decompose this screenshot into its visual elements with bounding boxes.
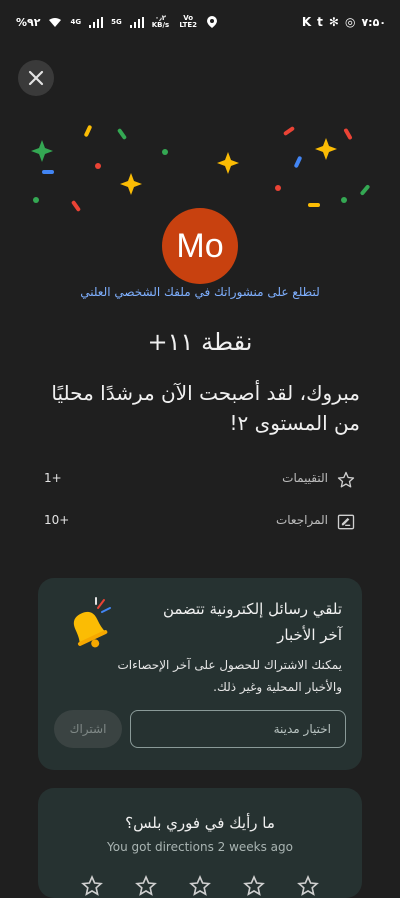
rating-question: ما رأيك في فوري بلس؟ xyxy=(125,814,275,832)
star-outline-icon xyxy=(337,471,355,488)
avatar: Mo xyxy=(162,208,238,284)
net-5g-label: 5G xyxy=(111,17,122,26)
close-button[interactable] xyxy=(18,60,54,96)
subscribe-button[interactable]: اشتراك xyxy=(54,710,122,748)
newsletter-card: تلقي رسائل إلكترونية تتضمن آخر الأخبار ي… xyxy=(38,578,362,770)
newsletter-description: يمكنك الاشتراك للحصول على آخر الإحصاءات … xyxy=(117,658,342,694)
stat-label: التقييمات xyxy=(282,471,328,485)
stat-value: 10+ xyxy=(44,513,70,527)
stat-value: 1+ xyxy=(44,471,62,485)
signal-icon xyxy=(89,16,104,28)
signal-5g: 5G xyxy=(111,17,122,26)
settings-icon: ✻ xyxy=(328,15,339,29)
signal-4g: 4G xyxy=(70,17,82,26)
wifi-icon xyxy=(49,17,62,27)
public-profile-link[interactable]: لتطلع على منشوراتك في ملفك الشخصي العلني xyxy=(0,285,400,299)
status-bar: %۹۲ 4G 5G ۰٫۲ KB/s Vo LTE2 K t ✻ ◎ ۷:۵۰ xyxy=(0,0,400,44)
avatar-initials: Mo xyxy=(176,226,224,265)
battery-percent: %۹۲ xyxy=(16,15,41,29)
app-k-icon: K xyxy=(301,15,312,29)
app-t-icon: t xyxy=(317,15,323,29)
speed-unit: KB/s xyxy=(151,21,170,29)
star-outline-icon[interactable] xyxy=(242,874,266,898)
newsletter-title: تلقي رسائل إلكترونية تتضمن آخر الأخبار xyxy=(162,600,342,644)
close-icon xyxy=(28,70,44,86)
city-select-input[interactable] xyxy=(130,710,346,748)
net-4g-label: 4G xyxy=(70,17,82,26)
points-earned: +۱۱ نقطة xyxy=(147,328,253,356)
stat-row-ratings: التقييمات 1+ xyxy=(44,468,356,492)
stat-label: المراجعات xyxy=(275,513,328,527)
congrats-message: مبروك، لقد أصبحت الآن مرشدًا محليًا من ا… xyxy=(51,381,360,435)
signal-icon-2 xyxy=(129,16,144,28)
stat-row-reviews: المراجعات 10+ xyxy=(44,510,356,534)
rating-prompt-card: ما رأيك في فوري بلس؟ You got directions … xyxy=(38,788,362,898)
whatsapp-icon: ◎ xyxy=(344,15,356,29)
confetti-decoration xyxy=(31,125,370,212)
star-outline-icon[interactable] xyxy=(296,874,320,898)
rating-subtitle: You got directions 2 weeks ago xyxy=(107,840,293,854)
clock-time: ۷:۵۰ xyxy=(361,15,386,29)
location-icon xyxy=(207,16,218,28)
star-outline-icon[interactable] xyxy=(134,874,158,898)
net-speed: ۰٫۲ KB/s xyxy=(152,15,169,29)
star-rating xyxy=(38,874,362,898)
volte-label: Vo LTE2 xyxy=(179,14,198,29)
star-outline-icon[interactable] xyxy=(188,874,212,898)
star-outline-icon[interactable] xyxy=(80,874,104,898)
review-edit-icon xyxy=(337,514,355,530)
bell-icon xyxy=(73,597,111,648)
